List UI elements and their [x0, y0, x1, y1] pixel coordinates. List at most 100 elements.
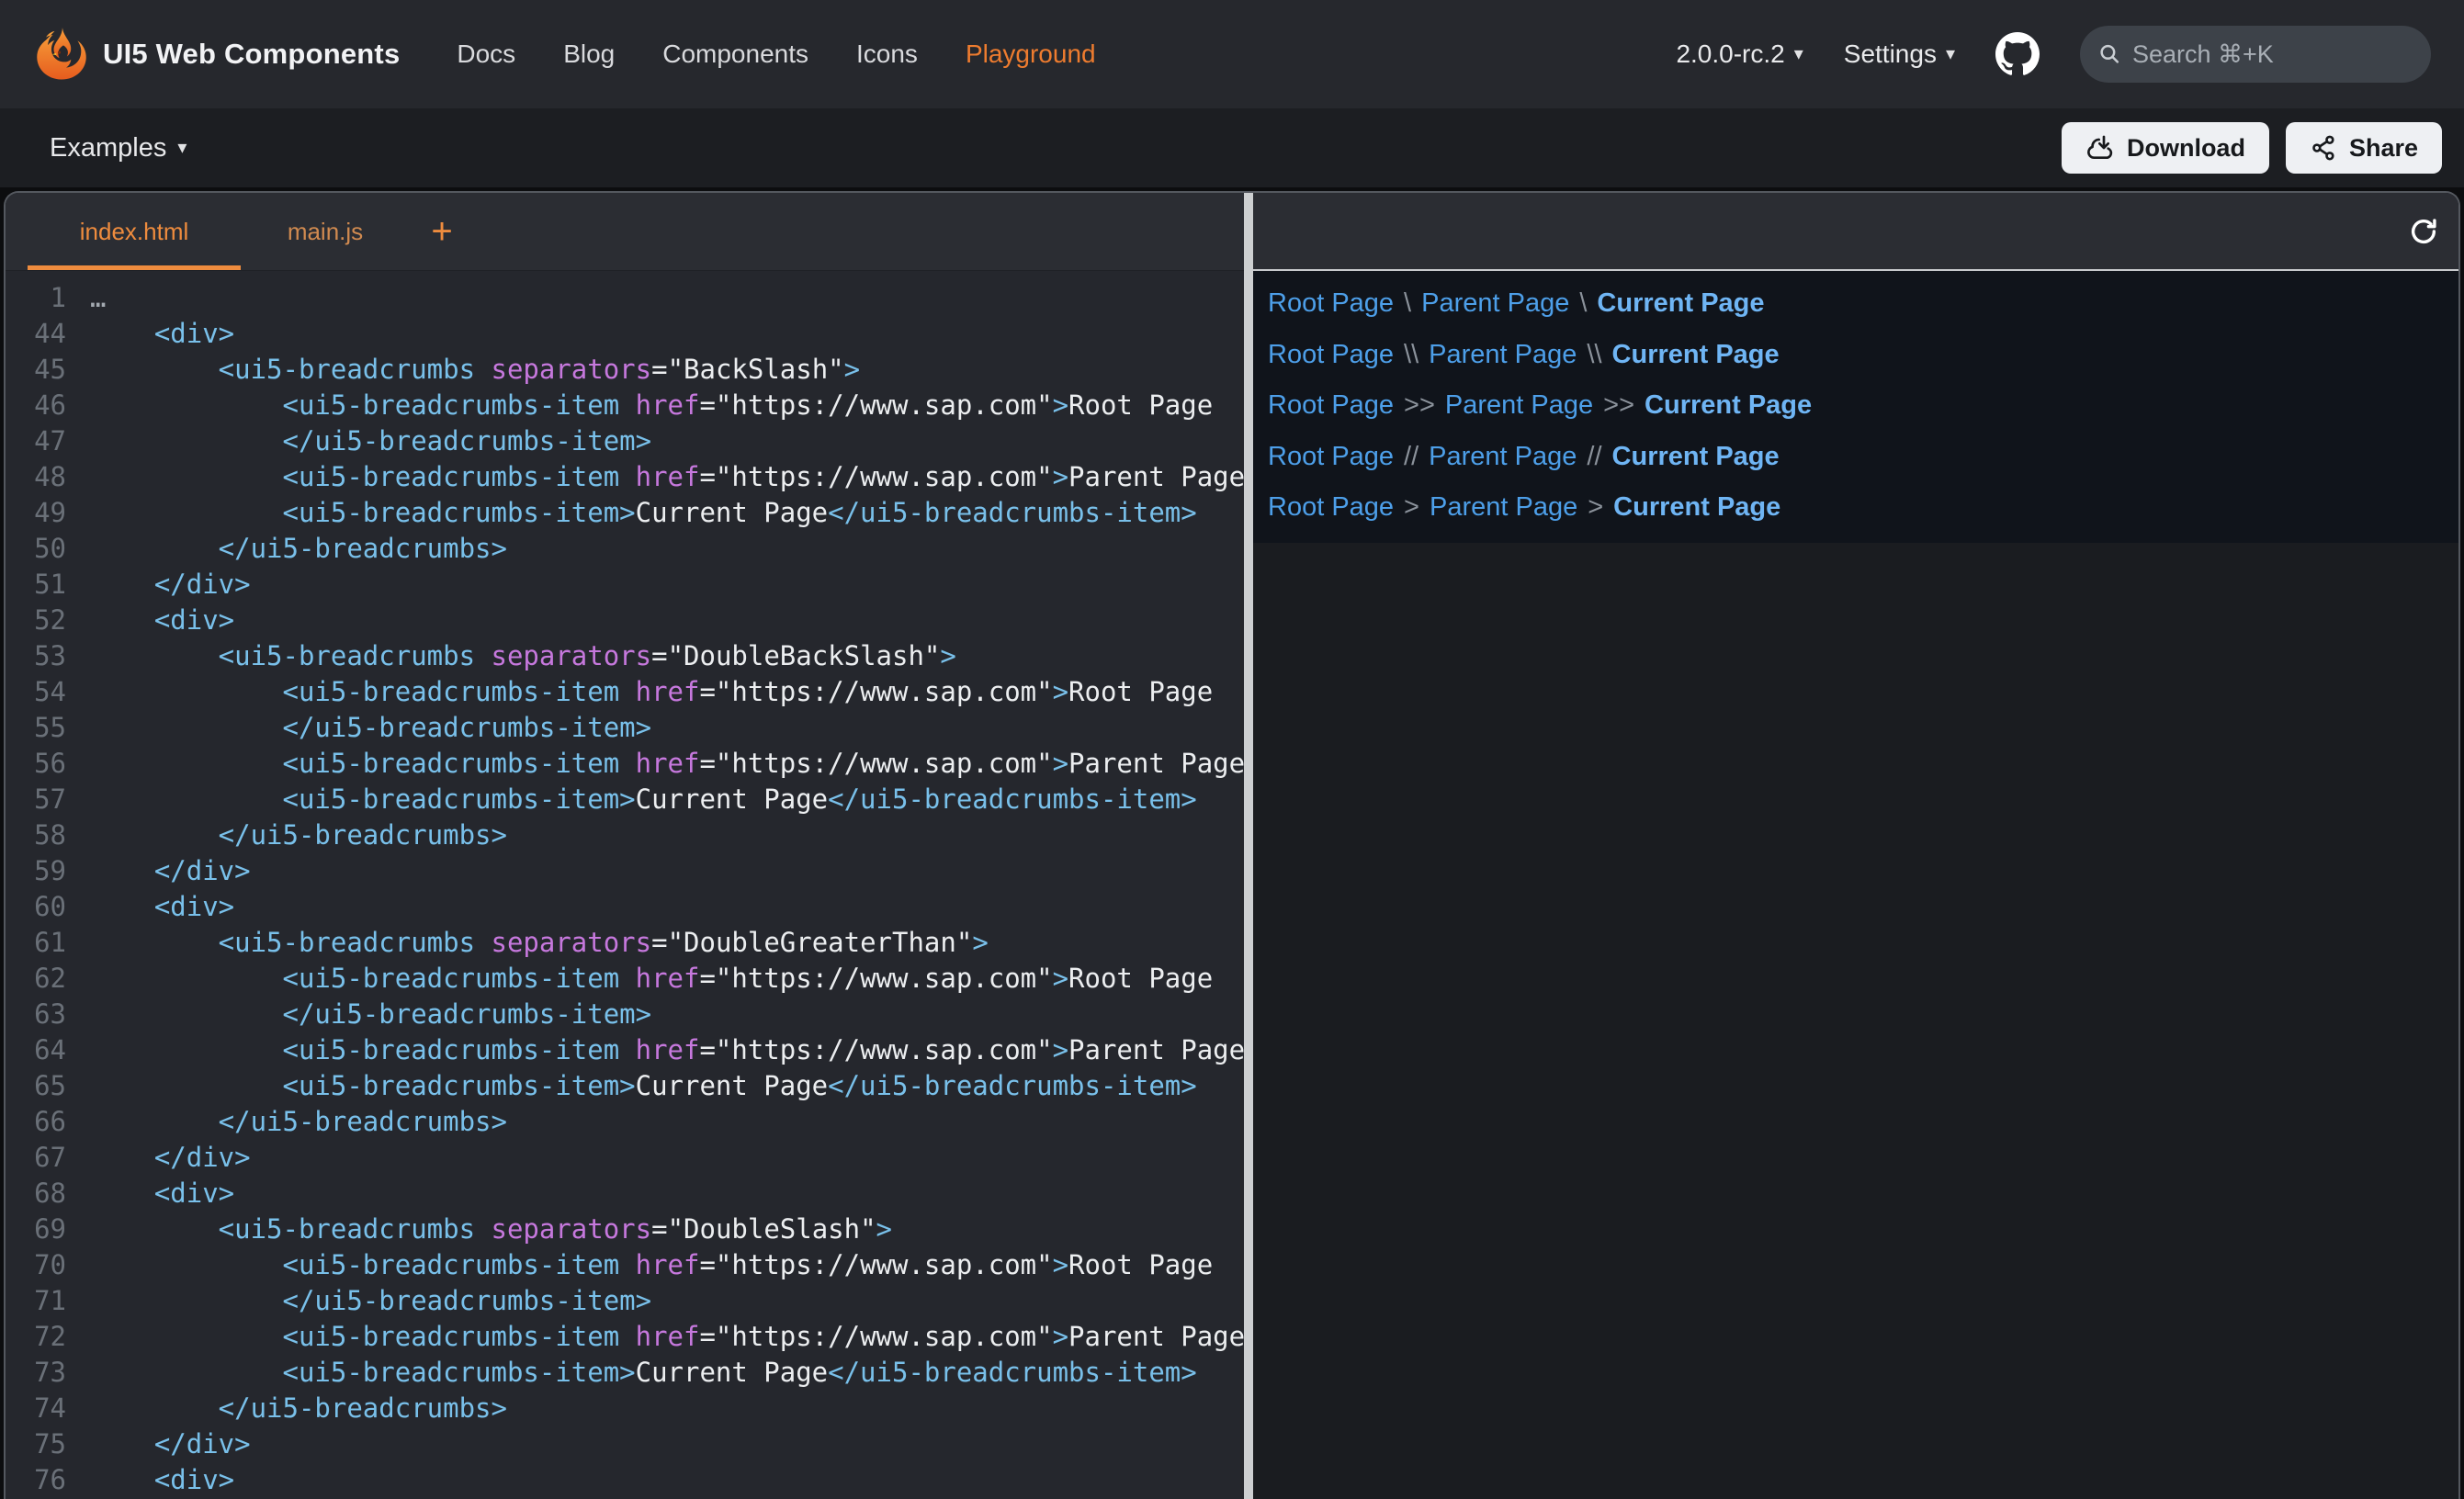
- breadcrumb-link[interactable]: Parent Page: [1429, 442, 1577, 472]
- code-token-tag: >: [844, 354, 860, 385]
- code-line[interactable]: 71 </ui5-breadcrumbs-item>: [6, 1283, 1244, 1319]
- code-line[interactable]: 58 </ui5-breadcrumbs>: [6, 817, 1244, 853]
- code-token-txt: Parent Page: [1068, 1321, 1244, 1352]
- refresh-button[interactable]: [2403, 211, 2444, 252]
- code-line[interactable]: 61 <ui5-breadcrumbs separators="DoubleGr…: [6, 925, 1244, 961]
- tab-main.js[interactable]: main.js: [241, 193, 410, 270]
- share-button[interactable]: Share: [2286, 122, 2442, 174]
- breadcrumb-link[interactable]: Parent Page: [1445, 390, 1593, 421]
- code-line-text: </div>: [90, 1140, 251, 1176]
- code-line[interactable]: 56 <ui5-breadcrumbs-item href="https://w…: [6, 746, 1244, 782]
- code-line[interactable]: 75 </div>: [6, 1426, 1244, 1462]
- code-token-tag: <ui5-breadcrumbs: [90, 1213, 492, 1245]
- code-token-tag: <ui5-breadcrumbs-item: [90, 748, 636, 779]
- code-line[interactable]: 55 </ui5-breadcrumbs-item>: [6, 710, 1244, 746]
- version-menu[interactable]: 2.0.0-rc.2 ▾: [1676, 39, 1803, 69]
- code-line[interactable]: 1…: [6, 280, 1244, 316]
- code-line[interactable]: 69 <ui5-breadcrumbs separators="DoubleSl…: [6, 1212, 1244, 1247]
- code-line-text: <ui5-breadcrumbs-item href="https://www.…: [90, 961, 1213, 997]
- code-line[interactable]: 66 </ui5-breadcrumbs>: [6, 1104, 1244, 1140]
- code-line[interactable]: 72 <ui5-breadcrumbs-item href="https://w…: [6, 1319, 1244, 1355]
- nav-item-playground[interactable]: Playground: [966, 39, 1096, 69]
- breadcrumb-link[interactable]: Root Page: [1268, 340, 1394, 370]
- code-token-tag: <ui5-breadcrumbs-item: [90, 963, 636, 994]
- code-line[interactable]: 70 <ui5-breadcrumbs-item href="https://w…: [6, 1247, 1244, 1283]
- code-line[interactable]: 76 <div>: [6, 1462, 1244, 1498]
- code-line[interactable]: 62 <ui5-breadcrumbs-item href="https://w…: [6, 961, 1244, 997]
- code-line[interactable]: 52 <div>: [6, 603, 1244, 638]
- line-number: 71: [6, 1283, 66, 1319]
- code-line[interactable]: 47 </ui5-breadcrumbs-item>: [6, 423, 1244, 459]
- code-line[interactable]: 74 </ui5-breadcrumbs>: [6, 1391, 1244, 1426]
- code-line[interactable]: 45 <ui5-breadcrumbs separators="BackSlas…: [6, 352, 1244, 388]
- code-editor[interactable]: 1…44 <div>45 <ui5-breadcrumbs separators…: [6, 271, 1244, 1499]
- code-line[interactable]: 63 </ui5-breadcrumbs-item>: [6, 997, 1244, 1032]
- code-line[interactable]: 65 <ui5-breadcrumbs-item>Current Page</u…: [6, 1068, 1244, 1104]
- line-number: 50: [6, 531, 66, 567]
- download-button[interactable]: Download: [2062, 122, 2269, 174]
- code-line[interactable]: 68 <div>: [6, 1176, 1244, 1212]
- breadcrumb-link[interactable]: Root Page: [1268, 390, 1394, 421]
- code-token-tag: <ui5-breadcrumbs-item: [90, 1034, 636, 1065]
- code-line[interactable]: 48 <ui5-breadcrumbs-item href="https://w…: [6, 459, 1244, 495]
- code-token-tag: <ui5-breadcrumbs-item>: [90, 783, 636, 815]
- breadcrumb-link[interactable]: Root Page: [1268, 442, 1394, 472]
- code-line-text: </ui5-breadcrumbs-item>: [90, 997, 651, 1032]
- breadcrumb: Root Page>Parent Page>Current Page: [1268, 482, 2458, 534]
- code-token-txt: Current Page: [636, 1357, 829, 1388]
- code-line[interactable]: 54 <ui5-breadcrumbs-item href="https://w…: [6, 674, 1244, 710]
- search-input[interactable]: [2132, 40, 2413, 69]
- nav-item-docs[interactable]: Docs: [457, 39, 515, 69]
- line-number: 63: [6, 997, 66, 1032]
- pane-splitter-handle[interactable]: [1244, 193, 1253, 1499]
- examples-menu[interactable]: Examples ▾: [50, 133, 186, 163]
- breadcrumb-current-item: Current Page: [1612, 442, 1780, 472]
- breadcrumb-link[interactable]: Root Page: [1268, 492, 1394, 523]
- breadcrumbs-list: Root Page\Parent Page\Current PageRoot P…: [1268, 278, 2458, 534]
- code-line[interactable]: 59 </div>: [6, 853, 1244, 889]
- settings-menu[interactable]: Settings ▾: [1844, 39, 1955, 69]
- breadcrumb-link[interactable]: Root Page: [1268, 288, 1394, 319]
- preview-empty-area: [1253, 543, 2458, 1499]
- code-token-tag: </ui5-breadcrumbs-item>: [828, 1070, 1197, 1101]
- breadcrumb: Root Page\\Parent Page\\Current Page: [1268, 330, 2458, 381]
- code-line[interactable]: 49 <ui5-breadcrumbs-item>Current Page</u…: [6, 495, 1244, 531]
- line-number: 48: [6, 459, 66, 495]
- code-token-tag: <ui5-breadcrumbs-item: [90, 461, 636, 492]
- code-line[interactable]: 44 <div>: [6, 316, 1244, 352]
- line-number: 59: [6, 853, 66, 889]
- code-line-text: <div>: [90, 1176, 234, 1212]
- nav-item-icons[interactable]: Icons: [856, 39, 918, 69]
- cloud-download-icon: [2085, 133, 2115, 163]
- code-line[interactable]: 50 </ui5-breadcrumbs>: [6, 531, 1244, 567]
- code-line[interactable]: 64 <ui5-breadcrumbs-item href="https://w…: [6, 1032, 1244, 1068]
- code-line-text: </ui5-breadcrumbs-item>: [90, 1283, 651, 1319]
- line-number: 73: [6, 1355, 66, 1391]
- github-link[interactable]: [1995, 32, 2040, 76]
- breadcrumb-link[interactable]: Parent Page: [1430, 492, 1577, 523]
- code-token-tag: <div>: [90, 1464, 234, 1495]
- chevron-down-icon: ▾: [1946, 45, 1955, 63]
- code-line[interactable]: 57 <ui5-breadcrumbs-item>Current Page</u…: [6, 782, 1244, 817]
- nav-item-blog[interactable]: Blog: [563, 39, 615, 69]
- add-tab-button[interactable]: +: [410, 193, 474, 270]
- code-line[interactable]: 60 <div>: [6, 889, 1244, 925]
- line-number: 45: [6, 352, 66, 388]
- code-line[interactable]: 73 <ui5-breadcrumbs-item>Current Page</u…: [6, 1355, 1244, 1391]
- code-line-text: <ui5-breadcrumbs-item href="https://www.…: [90, 1032, 1244, 1068]
- chevron-down-icon: ▾: [177, 139, 186, 157]
- code-line-text: </ui5-breadcrumbs>: [90, 531, 507, 567]
- line-number: 56: [6, 746, 66, 782]
- code-line[interactable]: 51 </div>: [6, 567, 1244, 603]
- nav-item-components[interactable]: Components: [662, 39, 808, 69]
- breadcrumb-link[interactable]: Parent Page: [1429, 340, 1577, 370]
- breadcrumb-link[interactable]: Parent Page: [1421, 288, 1569, 319]
- version-label: 2.0.0-rc.2: [1676, 39, 1784, 69]
- search-box: [2080, 26, 2431, 83]
- code-line[interactable]: 67 </div>: [6, 1140, 1244, 1176]
- tab-index.html[interactable]: index.html: [28, 193, 241, 270]
- code-token-attr: href: [636, 676, 700, 707]
- code-line[interactable]: 46 <ui5-breadcrumbs-item href="https://w…: [6, 388, 1244, 423]
- code-token-str: ="https://www.sap.com": [699, 1249, 1052, 1280]
- code-line[interactable]: 53 <ui5-breadcrumbs separators="DoubleBa…: [6, 638, 1244, 674]
